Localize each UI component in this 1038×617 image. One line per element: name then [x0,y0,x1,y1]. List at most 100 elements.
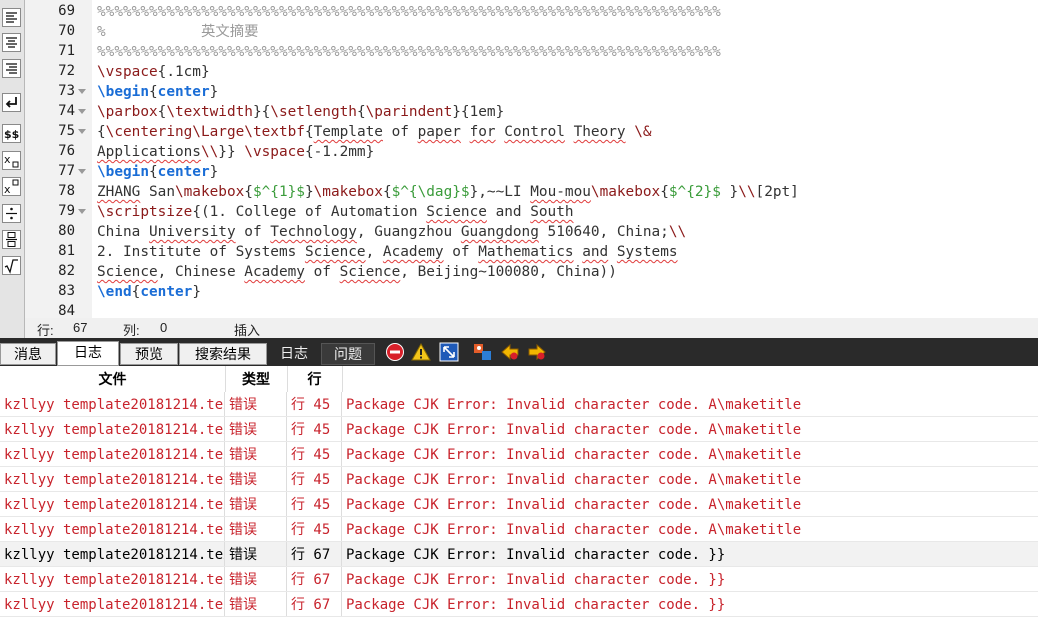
cell-type: 错误 [225,392,287,416]
code-token: } [209,84,219,100]
code-token: Science [426,204,487,220]
code-token: \makebox [174,184,245,200]
line-number: 74 [58,103,75,119]
cell-type: 错误 [225,467,287,491]
code-line[interactable]: Applications\\}} \vspace{-1.2mm} [97,142,374,162]
align-left-icon[interactable] [2,8,21,27]
cell-message: Package CJK Error: Invalid character cod… [346,497,802,513]
tab-log[interactable]: 日志 [57,341,119,366]
align-right-icon[interactable] [2,59,21,78]
cell-type: 错误 [225,542,287,566]
tab-search-results[interactable]: 搜索结果 [179,343,267,365]
code-token: of [382,124,418,140]
code-token: of [443,244,479,260]
code-token: { [356,104,366,120]
table-row[interactable]: kzllyy template20181214.tex 错误行 45 Package… [0,517,1038,542]
line-number-gutter: 69 70 71 72 73 74 75 76 77 78 79 80 81 82 83 84 [25,0,92,319]
code-line[interactable]: 2. Institute of Systems Science, Academy… [97,242,678,262]
back-icon[interactable] [500,342,520,362]
table-row[interactable]: kzllyy template20181214.tex 错误行 45 Package… [0,492,1038,517]
stop-icon[interactable] [385,342,405,362]
table-row[interactable]: kzllyy template20181214.tex 错误行 67 Package… [0,542,1038,567]
code-token: Mou-mou [530,184,591,200]
code-token: { [148,164,158,180]
fold-toggle-icon[interactable] [78,89,86,94]
code-token: { [148,84,158,100]
code-line[interactable]: {\centering\Large\textbf{Template of pap… [97,122,652,142]
code-token: paper [417,124,461,140]
code-line[interactable]: \parbox{\textwidth}{\setlength{\parinden… [97,102,504,122]
code-token: of [304,264,340,280]
cell-type: 错误 [225,442,287,466]
code-line[interactable]: Science, Chinese Academy of Science, Bei… [97,262,617,282]
code-token: \makebox [590,184,661,200]
cell-line: 行 67 [287,592,342,616]
code-token: and [582,244,609,260]
code-line[interactable]: \begin{center} [97,82,218,102]
table-row[interactable]: kzllyy template20181214.tex 错误行 67 Package… [0,592,1038,617]
resize-icon[interactable] [439,342,459,362]
newline-icon[interactable] [2,93,21,112]
cell-message: Package CJK Error: Invalid character cod… [346,422,802,438]
forward-icon[interactable] [527,342,547,362]
cell-line: 行 45 [287,392,342,416]
code-token: \makebox [313,184,383,200]
cell-message: Package CJK Error: Invalid character cod… [346,522,802,538]
fold-toggle-icon[interactable] [78,169,86,174]
cell-type: 错误 [225,517,287,541]
code-token: {(1. College of Automation [192,204,427,220]
table-row[interactable]: kzllyy template20181214.tex 错误行 67 Package… [0,567,1038,592]
users-icon[interactable] [473,342,493,362]
subscript-icon[interactable]: x [2,151,21,170]
table-row[interactable]: kzllyy template20181214.tex 错误行 45 Package… [0,442,1038,467]
table-row[interactable]: kzllyy template20181214.tex 错误行 45 Package… [0,467,1038,492]
code-line[interactable]: \end{center} [97,282,201,302]
cell-file: kzllyy template20181214.tex [0,542,225,566]
code-token: Science [339,264,401,280]
cell-file: kzllyy template20181214.tex [0,392,225,416]
align-center-icon[interactable] [2,33,21,52]
tab-problems[interactable]: 问题 [321,343,375,365]
code-editor[interactable]: %%%%%%%%%%%%%%%%%%%%%%%%%%%%%%%%%%%%%%%%… [92,0,1038,318]
math-dollar-icon[interactable]: $$ [2,124,21,143]
warning-icon[interactable] [411,342,431,362]
svg-text:$$: $$ [4,128,19,141]
sqrt-icon[interactable] [2,256,21,275]
code-line[interactable]: % 英文摘要 [97,22,259,42]
col-label: 列: [123,323,140,338]
table-row[interactable]: kzllyy template20181214.tex 错误行 45 Package… [0,392,1038,417]
code-token: and [486,204,531,220]
superscript-icon[interactable]: x [2,177,21,196]
code-token: \end [97,284,132,300]
fraction-icon[interactable] [2,204,21,223]
code-token: center [157,84,210,100]
code-token: \\ [738,184,756,200]
fold-toggle-icon[interactable] [78,109,86,114]
tab-messages[interactable]: 消息 [0,343,56,365]
code-token: { [660,184,669,200]
code-token: },~~LI [469,184,531,200]
table-row[interactable]: kzllyy template20181214.tex 错误行 45 Package… [0,417,1038,442]
code-line[interactable]: ZHANG San\makebox{$^{1}$}\makebox{$^{\da… [97,182,799,202]
column-header-file[interactable]: 文件 [0,366,226,392]
code-line[interactable]: \begin{center} [97,162,218,182]
cell-file: kzllyy template20181214.tex [0,442,225,466]
column-header-line[interactable]: 行 [287,366,343,392]
code-line[interactable]: China University of Technology, Guangzho… [97,222,686,242]
fraction-box-icon[interactable] [2,230,21,249]
line-number: 84 [58,303,75,319]
code-line[interactable]: %%%%%%%%%%%%%%%%%%%%%%%%%%%%%%%%%%%%%%%%… [97,42,721,62]
code-token: \vspace [97,64,158,80]
code-token: ZHANG [97,184,141,200]
column-header-type[interactable]: 类型 [225,366,288,392]
code-line[interactable]: \vspace{.1cm} [97,62,210,82]
tab-preview[interactable]: 预览 [120,343,178,365]
fold-toggle-icon[interactable] [78,129,86,134]
code-line[interactable]: \scriptsize{(1. College of Automation Sc… [97,202,574,222]
fold-toggle-icon[interactable] [78,209,86,214]
code-line[interactable]: %%%%%%%%%%%%%%%%%%%%%%%%%%%%%%%%%%%%%%%%… [97,2,721,22]
code-token: Science [97,264,158,280]
code-token: Guangdong [460,224,539,240]
